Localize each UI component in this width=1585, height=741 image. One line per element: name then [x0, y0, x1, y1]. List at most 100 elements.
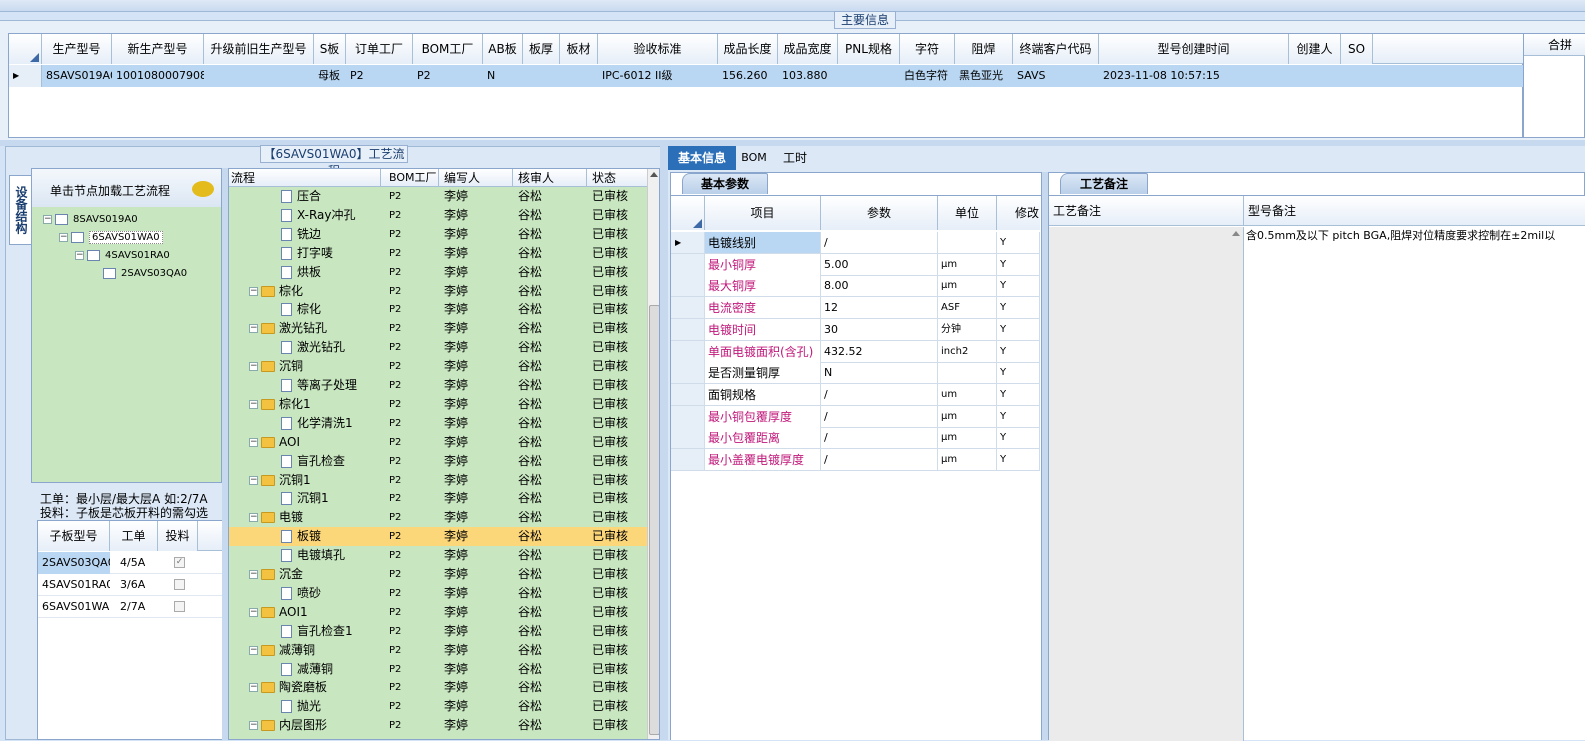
col-bom-factory[interactable]: BOM工厂	[384, 169, 439, 187]
param-modify[interactable]: Y	[997, 449, 1040, 471]
flow-row[interactable]: 铣边 P2 李婷 谷松 已审核	[229, 225, 647, 244]
param-unit[interactable]: μm	[938, 449, 997, 471]
tree-node[interactable]: − 4SAVS01RA0	[75, 247, 170, 265]
flow-row[interactable]: 电镀填孔 P2 李婷 谷松 已审核	[229, 546, 647, 565]
grid-cell[interactable]	[838, 65, 900, 87]
param-modify[interactable]: Y	[997, 362, 1040, 385]
param-unit[interactable]: μm	[938, 275, 997, 298]
col-header[interactable]: 板材	[560, 34, 598, 64]
remarks-col1-header[interactable]: 工艺备注	[1049, 196, 1244, 226]
param-row[interactable]: 面铜规格 / um Y	[671, 383, 1040, 406]
table-row[interactable]: 4SAVS01RA0 3/6A	[38, 574, 224, 596]
grid-cell[interactable]	[1341, 65, 1373, 87]
col-subboard-model[interactable]: 子板型号	[38, 521, 110, 551]
main-grid-row[interactable]: ▶ 8SAVS019A010010800079088母板P2P2NIPC-601…	[9, 65, 1524, 87]
tab-worktime[interactable]: 工时	[775, 146, 815, 170]
col-value[interactable]: 参数	[821, 196, 938, 230]
param-value[interactable]: 5.00	[821, 253, 938, 276]
flow-row[interactable]: − 沉金 P2 李婷 谷松 已审核	[229, 565, 647, 584]
col-reviewer[interactable]: 核审人	[513, 169, 587, 187]
collapse-icon[interactable]: −	[75, 250, 84, 260]
flow-row[interactable]: 化学清洗1 P2 李婷 谷松 已审核	[229, 414, 647, 433]
collapse-icon[interactable]: −	[249, 437, 258, 447]
param-row[interactable]: 最小盖覆电镀厚度 / μm Y	[671, 449, 1040, 471]
table-row[interactable]: 2SAVS03QA0 4/5A ✓	[38, 552, 224, 574]
tree-node[interactable]: − 6SAVS01WA0	[59, 229, 163, 247]
param-modify[interactable]: Y	[997, 297, 1040, 320]
param-modify[interactable]: Y	[997, 427, 1040, 450]
param-value[interactable]: N	[821, 362, 938, 385]
flow-row[interactable]: − 内层图形 P2 李婷 谷松 已审核	[229, 716, 647, 735]
col-flow[interactable]: 流程	[231, 169, 381, 187]
flow-row[interactable]: 打字唛 P2 李婷 谷松 已审核	[229, 244, 647, 263]
col-header[interactable]: 成品宽度	[778, 34, 838, 64]
splitter-mid[interactable]	[660, 146, 668, 740]
collapse-icon[interactable]: −	[249, 721, 258, 731]
collapse-icon[interactable]: −	[249, 683, 258, 693]
flow-row[interactable]: 烘板 P2 李婷 谷松 已审核	[229, 263, 647, 282]
grid-cell[interactable]: 白色字符	[900, 65, 955, 87]
flow-row[interactable]: − AOI P2 李婷 谷松 已审核	[229, 433, 647, 452]
param-unit[interactable]	[938, 232, 997, 254]
flow-row[interactable]: − 棕化1 P2 李婷 谷松 已审核	[229, 395, 647, 414]
flow-row[interactable]: − 沉铜1 P2 李婷 谷松 已审核	[229, 471, 647, 490]
collapse-icon[interactable]: −	[249, 513, 258, 523]
flow-row[interactable]: − 电镀 P2 李婷 谷松 已审核	[229, 508, 647, 527]
flow-row[interactable]: − 激光钻孔 P2 李婷 谷松 已审核	[229, 319, 647, 338]
param-modify[interactable]: Y	[997, 340, 1040, 363]
col-header[interactable]: PNL规格	[838, 34, 900, 64]
col-status[interactable]: 状态	[587, 169, 647, 187]
param-unit[interactable]	[938, 362, 997, 385]
param-row[interactable]: 最小铜包覆厚度 / μm Y	[671, 405, 1040, 428]
grid-cell[interactable]	[204, 65, 314, 87]
grid-cell[interactable]: 156.260	[718, 65, 778, 87]
flow-row[interactable]: − 陶瓷磨板 P2 李婷 谷松 已审核	[229, 678, 647, 697]
flow-row[interactable]: 沉铜1 P2 李婷 谷松 已审核	[229, 489, 647, 508]
param-value[interactable]: /	[821, 449, 938, 471]
param-row[interactable]: 电流密度 12 ASF Y	[671, 297, 1040, 320]
param-value[interactable]: 8.00	[821, 275, 938, 298]
flow-row[interactable]: − 棕化 P2 李婷 谷松 已审核	[229, 282, 647, 301]
param-row[interactable]: 最大铜厚 8.00 μm Y	[671, 275, 1040, 298]
remarks-col1-body[interactable]	[1049, 227, 1244, 741]
param-modify[interactable]: Y	[997, 275, 1040, 298]
flow-row[interactable]: 激光钻孔 P2 李婷 谷松 已审核	[229, 338, 647, 357]
model-remarks-text[interactable]: 含0.5mm及以下 pitch BGA,阻焊对位精度要求控制在±2mil以	[1246, 227, 1585, 245]
param-unit[interactable]: ASF	[938, 297, 997, 320]
feed-checkbox[interactable]	[174, 601, 185, 612]
grid-cell[interactable]: N	[483, 65, 523, 87]
grid-cell[interactable]	[560, 65, 598, 87]
flow-scrollbar[interactable]	[647, 169, 659, 739]
collapse-icon[interactable]: −	[249, 475, 258, 485]
grid-cell[interactable]: P2	[346, 65, 413, 87]
feed-checkbox[interactable]: ✓	[174, 557, 185, 568]
param-value[interactable]: 30	[821, 318, 938, 341]
grid-cell[interactable]: SAVS	[1013, 65, 1099, 87]
flow-row[interactable]: 棕化 P2 李婷 谷松 已审核	[229, 300, 647, 319]
param-modify[interactable]: Y	[997, 232, 1040, 254]
remarks-col2-header[interactable]: 型号备注	[1244, 196, 1585, 226]
col-header[interactable]: 升级前旧生产型号	[204, 34, 314, 64]
collapse-icon[interactable]: −	[249, 570, 258, 579]
param-unit[interactable]: inch2	[938, 340, 997, 363]
tab-bom[interactable]: BOM	[737, 146, 771, 170]
grid-cell[interactable]: IPC-6012 II级	[598, 65, 718, 87]
param-value[interactable]: /	[821, 232, 938, 254]
grid-cell[interactable]: 黑色亚光	[955, 65, 1013, 87]
col-header[interactable]: 成品长度	[718, 34, 778, 64]
col-header[interactable]: 型号创建时间	[1099, 34, 1289, 64]
col-writer[interactable]: 编写人	[439, 169, 513, 187]
param-value[interactable]: /	[821, 405, 938, 428]
table-row[interactable]: 6SAVS01WA0 2/7A	[38, 596, 224, 618]
side-tab-device-structure[interactable]: 设备结构	[9, 175, 31, 245]
collapse-icon[interactable]: −	[249, 399, 258, 409]
col-header[interactable]: 字符	[900, 34, 955, 64]
collapse-icon[interactable]: −	[59, 232, 68, 242]
collapse-icon[interactable]: −	[249, 286, 258, 296]
param-value[interactable]: /	[821, 383, 938, 406]
col-header[interactable]: 终端客户代码	[1013, 34, 1099, 64]
param-row[interactable]: 最小包覆距离 / μm Y	[671, 427, 1040, 450]
col-header[interactable]: AB板	[483, 34, 523, 64]
collapse-icon[interactable]: −	[249, 645, 258, 655]
flow-row[interactable]: 抛光 P2 李婷 谷松 已审核	[229, 697, 647, 716]
